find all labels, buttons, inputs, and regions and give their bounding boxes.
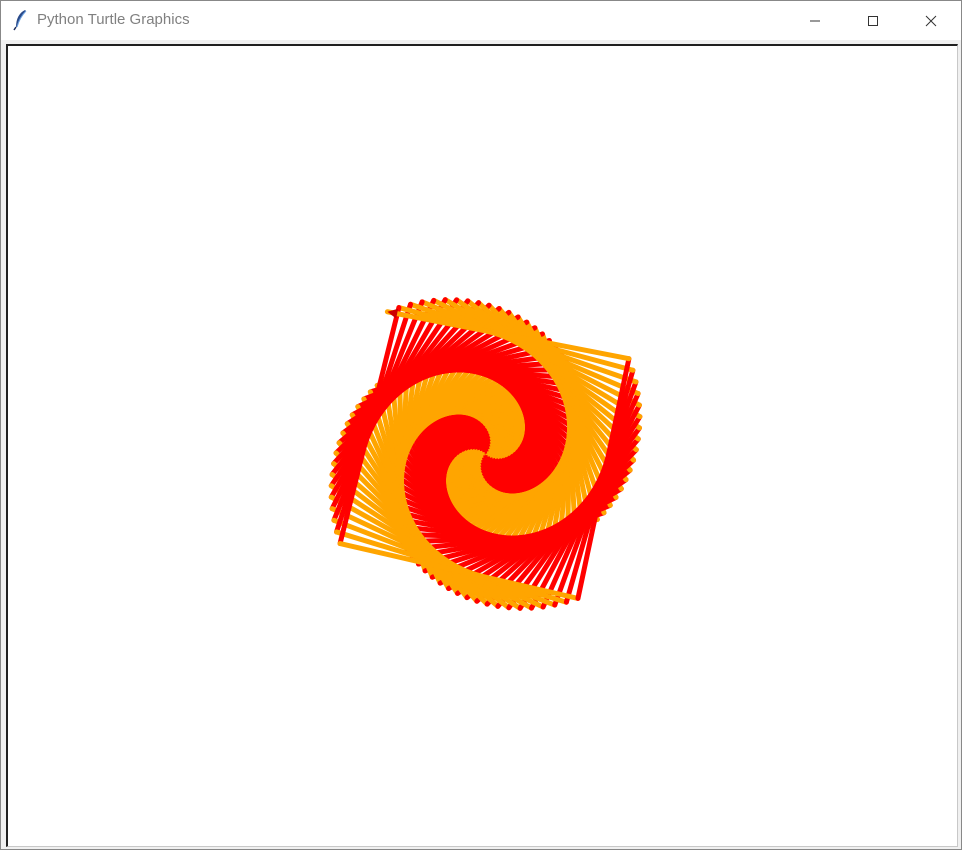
close-button[interactable]: [902, 1, 960, 40]
turtle-canvas[interactable]: [6, 44, 958, 847]
title-bar[interactable]: Python Turtle Graphics: [1, 1, 961, 40]
turtle-drawing: [328, 297, 643, 611]
window-title: Python Turtle Graphics: [37, 11, 190, 28]
feather-icon: [11, 9, 31, 31]
minimize-icon: [809, 15, 821, 27]
maximize-button[interactable]: [844, 1, 902, 40]
turtle-window: Python Turtle Graphics: [0, 0, 962, 850]
maximize-icon: [867, 15, 879, 27]
spiral-group: [328, 297, 643, 611]
close-icon: [925, 15, 937, 27]
minimize-button[interactable]: [786, 1, 844, 40]
